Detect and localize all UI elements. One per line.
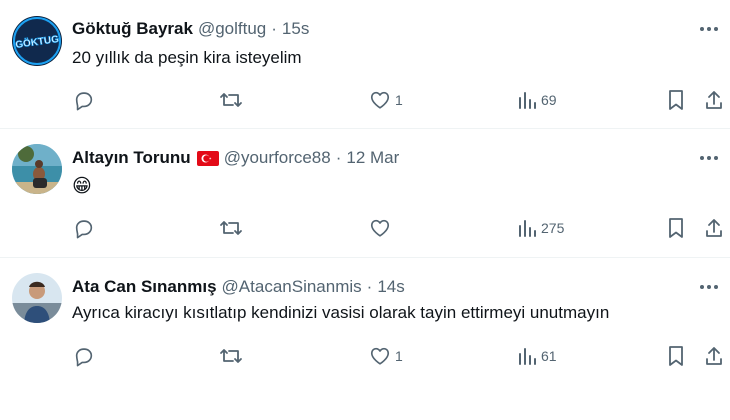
display-name[interactable]: Ata Can Sınanmış — [72, 276, 217, 298]
reply-button[interactable] — [73, 216, 99, 240]
avatar[interactable] — [12, 273, 62, 323]
more-icon[interactable] — [696, 147, 722, 169]
reply-button[interactable] — [73, 344, 99, 368]
user-handle[interactable]: @yourforce88 — [224, 147, 331, 169]
reply-icon — [75, 220, 93, 239]
bookmark-icon — [669, 90, 683, 110]
bookmark-icon — [669, 346, 683, 366]
bookmark-icon — [669, 218, 683, 238]
tweet[interactable]: Altayın Torunu @yourforce88 · 12 Mar 😁 2… — [0, 129, 730, 257]
bookmark-button[interactable] — [666, 216, 686, 240]
separator: · — [271, 19, 277, 38]
views-icon — [519, 92, 536, 109]
share-icon — [706, 347, 722, 365]
bookmark-button[interactable] — [666, 344, 686, 368]
like-button[interactable]: 1 — [369, 88, 403, 112]
user-handle[interactable]: @golftug — [198, 18, 266, 40]
repost-icon — [220, 221, 242, 235]
like-count: 1 — [395, 348, 403, 364]
repost-button[interactable] — [219, 216, 247, 240]
timestamp[interactable]: 12 Mar — [346, 147, 399, 169]
action-bar: 1 69 — [0, 88, 730, 112]
repost-icon — [220, 349, 242, 363]
tweet-text: Ayrıca kiracıyı kısıtlatıp kendinizi vas… — [72, 303, 610, 322]
views-count: 61 — [541, 348, 557, 364]
views-icon — [519, 220, 536, 237]
avatar[interactable] — [12, 144, 62, 194]
views-count: 69 — [541, 92, 557, 108]
tweet-header: Altayın Torunu @yourforce88 · 12 Mar — [72, 147, 399, 169]
share-button[interactable] — [704, 216, 724, 240]
share-icon — [706, 219, 722, 237]
repost-button[interactable] — [219, 344, 247, 368]
action-bar: 275 — [0, 216, 730, 240]
repost-icon — [220, 93, 242, 107]
share-icon — [706, 91, 722, 109]
timestamp[interactable]: 14s — [377, 276, 404, 298]
views-icon — [519, 348, 536, 365]
reply-icon — [75, 92, 93, 111]
like-icon — [370, 91, 390, 109]
tweet-text: 😁 — [72, 176, 92, 197]
display-name[interactable]: Göktuğ Bayrak — [72, 18, 193, 40]
like-icon — [370, 347, 390, 365]
bookmark-button[interactable] — [666, 88, 686, 112]
share-button[interactable] — [704, 88, 724, 112]
tweet-header: Göktuğ Bayrak @golftug · 15s — [72, 18, 309, 40]
views-count: 275 — [541, 220, 565, 236]
repost-button[interactable] — [219, 88, 247, 112]
avatar[interactable]: GÖKTUG — [12, 16, 62, 66]
separator: · — [366, 277, 373, 296]
tweet-text: 20 yıllık da peşin kira isteyelim — [72, 48, 302, 67]
more-icon[interactable] — [696, 18, 722, 40]
user-handle[interactable]: @AtacanSinanmis — [222, 276, 362, 298]
action-bar: 1 61 — [0, 344, 730, 368]
more-icon[interactable] — [696, 276, 722, 298]
views-button[interactable]: 69 — [517, 88, 557, 112]
like-button[interactable] — [369, 216, 395, 240]
like-icon — [370, 219, 390, 237]
turkish-flag-icon — [196, 150, 219, 166]
tweet[interactable]: Ata Can Sınanmış @AtacanSinanmis · 14s A… — [0, 258, 730, 420]
timestamp[interactable]: 15s — [282, 18, 309, 40]
views-button[interactable]: 275 — [517, 216, 564, 240]
separator: · — [335, 148, 342, 167]
reply-icon — [75, 348, 93, 367]
tweet[interactable]: GÖKTUG Göktuğ Bayrak @golftug · 15s 20 y… — [0, 0, 730, 128]
like-button[interactable]: 1 — [369, 344, 403, 368]
share-button[interactable] — [704, 344, 724, 368]
reply-button[interactable] — [73, 88, 99, 112]
display-name[interactable]: Altayın Torunu — [72, 147, 191, 169]
views-button[interactable]: 61 — [517, 344, 557, 368]
like-count: 1 — [395, 92, 403, 108]
tweet-header: Ata Can Sınanmış @AtacanSinanmis · 14s — [72, 276, 405, 298]
